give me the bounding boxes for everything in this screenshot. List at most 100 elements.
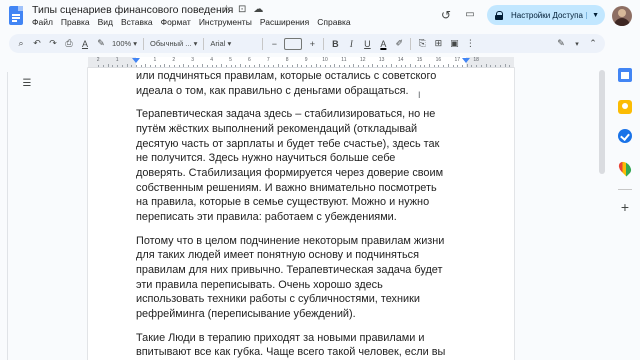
text-line[interactable]: Такие Люди в терапию приходят за новыми … [136, 331, 460, 346]
text-line[interactable]: Терапевтическая задача здесь – стабилизи… [136, 107, 460, 122]
paragraph[interactable]: Терапевтическая задача здесь – стабилизи… [136, 107, 460, 225]
bold-button[interactable]: B [327, 36, 343, 52]
print-icon[interactable]: ⎙ [61, 36, 77, 52]
ruler-tick [325, 65, 326, 67]
docs-logo-icon[interactable] [9, 6, 23, 25]
ruler-tick [386, 65, 388, 67]
paragraph[interactable]: Такие Люди в терапию приходят за новыми … [136, 331, 460, 360]
ruler-tick [301, 65, 303, 67]
menu-tools[interactable]: Инструменты [199, 17, 252, 27]
horizontal-ruler[interactable]: 2 1 1 2 3 4 5 6 7 8 9 10 11 12 13 14 15 16 17 18 [88, 57, 514, 68]
chevron-down-icon[interactable]: ▼ [586, 11, 599, 19]
text-line[interactable]: правилам для них привычно. Терапевтическ… [136, 263, 460, 278]
search-menus-icon[interactable]: ⌕ [13, 36, 29, 52]
add-comment-icon[interactable]: ⊞ [430, 36, 446, 52]
text-line[interactable]: собственным решениям. И важно внимательн… [136, 181, 460, 196]
text-line[interactable]: идеала о том, как правильно с деньгами о… [136, 84, 460, 99]
insert-image-icon[interactable]: ▣ [446, 36, 462, 52]
paragraph[interactable]: или подчиняться правилам, которые остали… [136, 69, 460, 98]
menu-help[interactable]: Справка [317, 17, 350, 27]
document-body[interactable]: или подчиняться правилам, которые остали… [136, 69, 460, 360]
font-select[interactable]: Arial ▾ [207, 39, 259, 48]
ruler-tick [457, 65, 459, 67]
history-icon[interactable]: ↺ [438, 7, 454, 23]
menu-insert[interactable]: Вставка [121, 17, 153, 27]
text-line[interactable]: переписать эти правила: работаем с убежд… [136, 210, 460, 225]
redo-icon[interactable]: ↷ [45, 36, 61, 52]
ruler-tick [438, 65, 440, 67]
decrease-font-size-icon[interactable]: − [266, 36, 282, 52]
menu-format[interactable]: Формат [161, 17, 191, 27]
collapse-menus-icon[interactable]: ⌃ [585, 36, 601, 52]
document-page[interactable]: или подчиняться правилам, которые остали… [88, 68, 514, 360]
add-addon-icon[interactable]: + [618, 200, 632, 214]
left-indent-marker[interactable] [132, 58, 140, 63]
text-line[interactable]: для таких людей имеет понятную основу и … [136, 248, 460, 263]
text-line[interactable]: десятую часть от зарплаты и будет тебе с… [136, 137, 460, 152]
menu-view[interactable]: Вид [98, 17, 113, 27]
text-line[interactable]: использовать техники работы с субличност… [136, 292, 460, 307]
cloud-status-icon[interactable]: ☁ [253, 4, 263, 15]
text-color-button[interactable]: A [375, 36, 391, 52]
highlight-icon[interactable]: ✐ [391, 36, 407, 52]
paint-format-icon[interactable]: ✎ [93, 36, 109, 52]
maps-icon[interactable] [616, 159, 634, 177]
font-size-input[interactable] [284, 37, 303, 50]
ruler-tick [98, 65, 100, 67]
ruler-tick [476, 65, 478, 67]
mode-dropdown-icon[interactable]: ▾ [569, 36, 585, 52]
comments-icon[interactable]: ▭ [462, 7, 478, 23]
ruler-tick [235, 65, 237, 67]
underline-button[interactable]: U [359, 36, 375, 52]
ruler-tick [102, 65, 104, 67]
increase-font-size-icon[interactable]: + [304, 36, 320, 52]
star-icon[interactable]: ☆ [222, 4, 231, 15]
text-line[interactable]: рефрейминга (переписывание убеждений). [136, 307, 460, 322]
ruler-tick [164, 64, 166, 67]
ruler-tick [466, 64, 468, 67]
insert-link-icon[interactable]: ⎘ [414, 36, 430, 52]
text-line[interactable]: не получится. Здесь нужно научиться боль… [136, 151, 460, 166]
text-line[interactable]: доверять. Стабилизация формируется через… [136, 166, 460, 181]
right-indent-marker[interactable] [462, 58, 470, 63]
share-button[interactable]: Настройки Доступа ▼ [487, 5, 605, 25]
ruler-tick [447, 64, 449, 67]
move-to-folder-icon[interactable]: ⊡ [238, 4, 246, 15]
ruler-tick [499, 65, 501, 67]
ruler-tick [225, 65, 227, 67]
text-line[interactable]: Потому что в целом подчинение некоторым … [136, 234, 460, 249]
text-line[interactable]: эти правила переписывать. Очень хорошо з… [136, 278, 460, 293]
ruler-tick [490, 65, 492, 67]
zoom-select[interactable]: 100% ▾ [109, 39, 140, 48]
ruler-number: 15 [416, 57, 423, 63]
editing-mode-icon[interactable]: ✎ [553, 36, 569, 52]
italic-button[interactable]: I [343, 36, 359, 52]
menu-extensions[interactable]: Расширения [260, 17, 309, 27]
style-select[interactable]: Обычный ... ▾ [147, 39, 200, 48]
undo-icon[interactable]: ↶ [29, 36, 45, 52]
scrollbar[interactable] [599, 70, 605, 174]
paragraph[interactable]: Потому что в целом подчинение некоторым … [136, 234, 460, 322]
spellcheck-icon[interactable]: A [77, 36, 93, 52]
tasks-icon[interactable] [618, 129, 632, 143]
text-line[interactable]: или подчиняться правилам, которые остали… [136, 69, 460, 84]
more-options-icon[interactable]: ⋮ [462, 36, 478, 52]
menu-edit[interactable]: Правка [61, 17, 90, 27]
keep-icon[interactable] [618, 100, 632, 114]
ruler-tick [381, 65, 383, 67]
avatar[interactable] [612, 6, 632, 26]
ruler-number: 5 [229, 57, 232, 63]
text-line[interactable]: путём жёстких выполнений рекомендаций (о… [136, 122, 460, 137]
ruler-tick [183, 64, 185, 67]
menu-file[interactable]: Файл [32, 17, 53, 27]
ruler-tick [244, 65, 246, 67]
text-line[interactable]: впитывают все как губка. Чаще всего тако… [136, 345, 460, 360]
ruler-tick [112, 65, 114, 67]
ruler-tick [239, 64, 241, 67]
document-title[interactable]: Типы сценариев финансового поведения [32, 4, 233, 16]
ruler-tick [452, 65, 454, 67]
ruler-tick [343, 65, 345, 67]
document-outline-icon[interactable]: ☰ [18, 77, 36, 91]
text-line[interactable]: на правила, которые в семье существуют. … [136, 195, 460, 210]
calendar-icon[interactable] [618, 68, 632, 82]
